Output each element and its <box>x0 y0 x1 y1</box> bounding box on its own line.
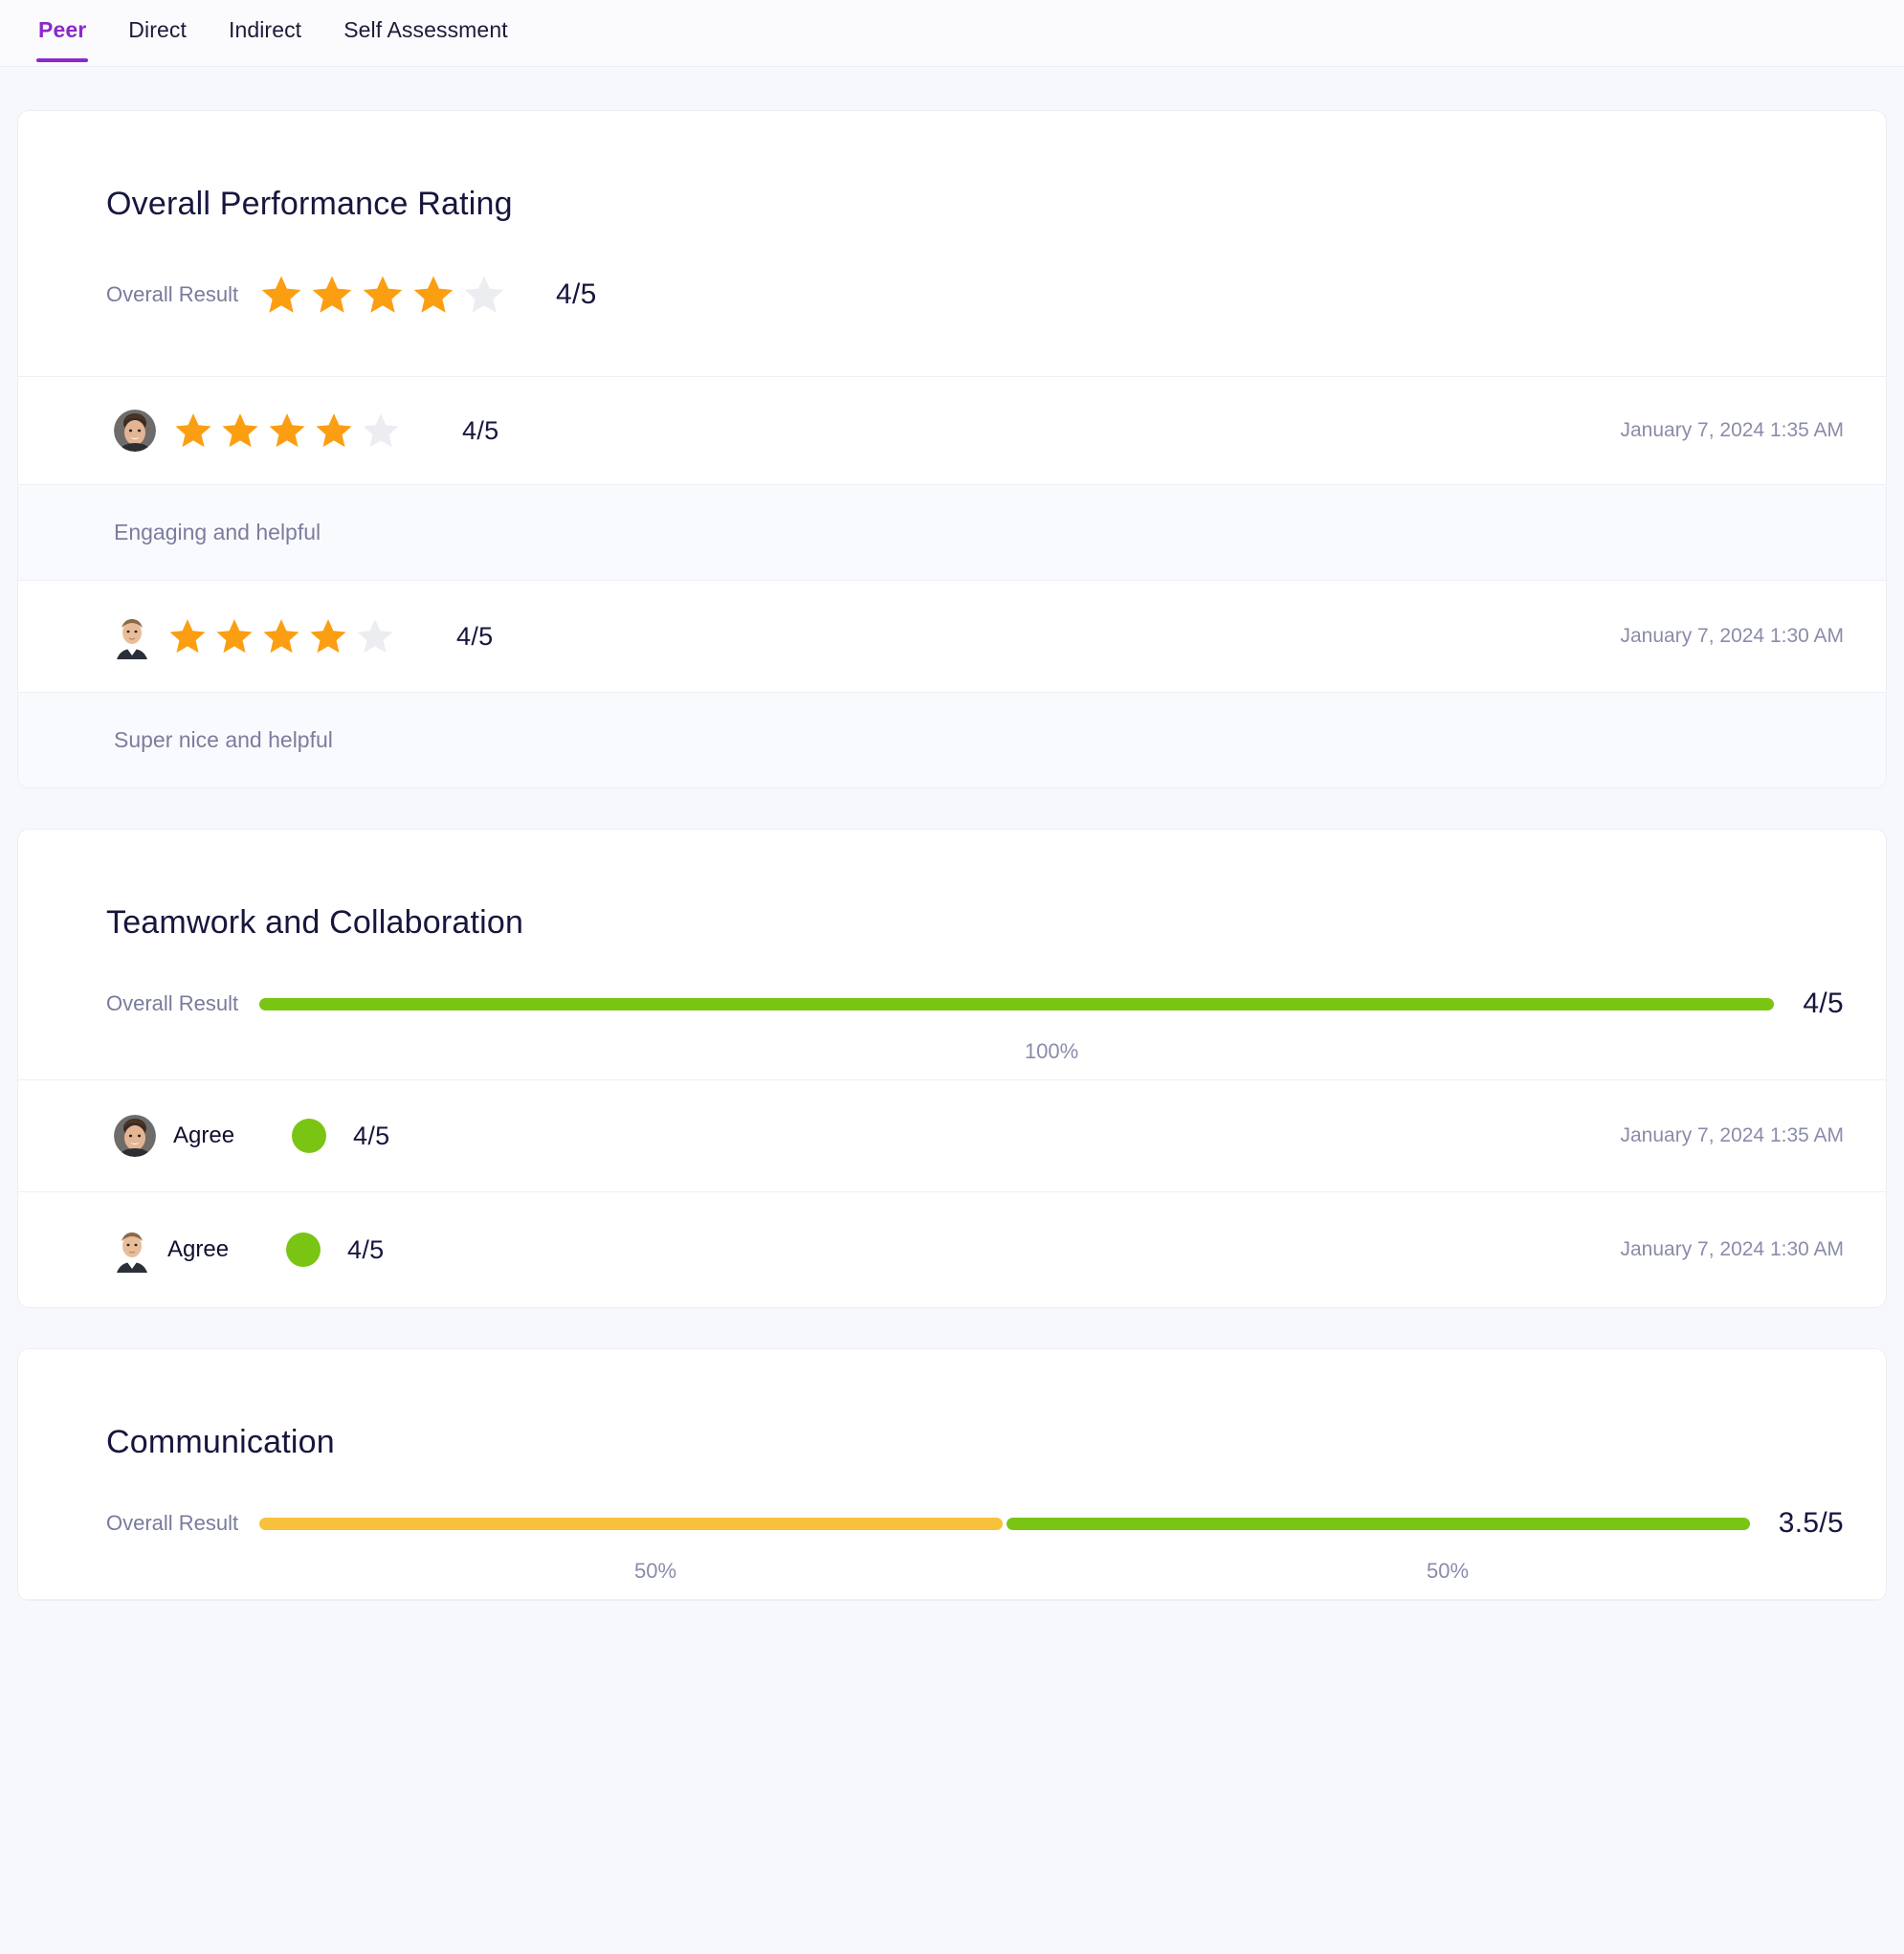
star-icon <box>413 276 454 313</box>
tab-bar: Peer Direct Indirect Self Assessment <box>0 0 1904 67</box>
star-icon <box>263 619 299 654</box>
review-timestamp: January 7, 2024 1:30 AM <box>1620 625 1845 647</box>
percent-labels: 50% 50% <box>18 1559 1886 1584</box>
tab-label: Direct <box>128 17 187 42</box>
star-icon <box>222 413 258 448</box>
tab-label: Indirect <box>228 17 302 42</box>
progress-segment <box>259 1517 1003 1530</box>
overall-result-block: Overall Result 3.5/5 50% 50% <box>18 1461 1886 1600</box>
avatar-photo <box>114 1227 150 1273</box>
card-title: Overall Performance Rating <box>106 186 513 222</box>
review-comment: Super nice and helpful <box>18 693 1886 788</box>
review-left: 4/5 <box>114 613 1621 659</box>
card-title: Teamwork and Collaboration <box>106 904 524 941</box>
response-timestamp: January 7, 2024 1:35 AM <box>1620 1124 1845 1146</box>
overall-result-row: Overall Result 3.5/5 <box>18 1461 1886 1540</box>
progress-bar <box>259 1517 1750 1530</box>
overall-result-row: Overall Result 4/5 <box>18 223 1886 377</box>
card-teamwork-and-collaboration: Teamwork and Collaboration Overall Resul… <box>17 829 1887 1308</box>
star-icon <box>312 276 352 313</box>
avatar <box>114 1115 156 1157</box>
progress-percent-label: 50% <box>633 1559 677 1583</box>
star-rating <box>173 411 401 451</box>
avatar-photo <box>114 613 150 659</box>
star-icon <box>316 413 352 448</box>
tab-peer[interactable]: Peer <box>17 0 107 62</box>
tab-label: Peer <box>38 17 87 42</box>
table-row[interactable]: Agree 4/5 January 7, 2024 1:30 AM <box>18 1192 1886 1307</box>
tab-indirect[interactable]: Indirect <box>208 0 322 62</box>
response-score: 4/5 <box>347 1234 385 1264</box>
table-row[interactable]: 4/5 January 7, 2024 1:35 AM <box>18 377 1886 485</box>
star-rating <box>259 273 506 317</box>
avatar <box>114 613 150 659</box>
review-score: 4/5 <box>456 621 494 651</box>
tab-self-assessment[interactable]: Self Assessment <box>322 0 529 62</box>
star-icon <box>357 619 393 654</box>
progress-percent-label: 50% <box>1426 1559 1470 1583</box>
overall-result-label: Overall Result <box>106 282 239 306</box>
star-icon <box>310 619 346 654</box>
avatar <box>114 1227 150 1273</box>
overall-result-label: Overall Result <box>106 991 239 1015</box>
response-timestamp: January 7, 2024 1:30 AM <box>1620 1238 1845 1260</box>
overall-result-label: Overall Result <box>106 1511 239 1535</box>
response-score: 4/5 <box>353 1121 390 1150</box>
star-icon <box>169 619 206 654</box>
progress-segment <box>259 997 1775 1010</box>
table-row[interactable]: 4/5 January 7, 2024 1:30 AM <box>18 581 1886 693</box>
tab-direct[interactable]: Direct <box>107 0 208 62</box>
star-icon <box>363 276 403 313</box>
overall-result-score: 4/5 <box>556 278 597 310</box>
overall-result-score: 3.5/5 <box>1778 1507 1844 1539</box>
star-icon <box>216 619 253 654</box>
card-overall-performance-rating: Overall Performance Rating Overall Resul… <box>17 110 1887 788</box>
table-row[interactable]: Agree 4/5 January 7, 2024 1:35 AM <box>18 1080 1886 1192</box>
overall-result-row: Overall Result 4/5 <box>18 942 1886 1020</box>
card-communication: Communication Overall Result 3.5/5 50% 50… <box>17 1348 1887 1601</box>
progress-percent-label: 100% <box>1024 1039 1079 1063</box>
star-icon <box>261 276 301 313</box>
response-answer: Agree <box>167 1236 230 1262</box>
progress-bar <box>259 997 1775 1010</box>
status-dot <box>292 1119 326 1153</box>
percent-labels: 100% <box>18 1039 1886 1064</box>
review-left: 4/5 <box>114 410 1621 452</box>
star-icon <box>464 276 504 313</box>
overall-result-score: 4/5 <box>1803 988 1844 1019</box>
review-score: 4/5 <box>462 415 499 445</box>
star-rating <box>167 616 395 656</box>
star-icon <box>269 413 305 448</box>
status-dot <box>286 1232 321 1267</box>
star-icon <box>175 413 211 448</box>
tab-label: Self Assessment <box>343 17 508 42</box>
card-title: Communication <box>106 1424 335 1460</box>
review-comment: Engaging and helpful <box>18 485 1886 581</box>
avatar-photo <box>114 1115 156 1157</box>
avatar-photo <box>114 410 156 452</box>
star-icon <box>363 413 399 448</box>
progress-segment <box>1006 1517 1750 1530</box>
avatar <box>114 410 156 452</box>
review-results-page: Overall Performance Rating Overall Resul… <box>0 67 1904 1601</box>
response-answer: Agree <box>173 1122 235 1148</box>
review-timestamp: January 7, 2024 1:35 AM <box>1620 419 1845 441</box>
overall-result-block: Overall Result 4/5 100% <box>18 942 1886 1080</box>
